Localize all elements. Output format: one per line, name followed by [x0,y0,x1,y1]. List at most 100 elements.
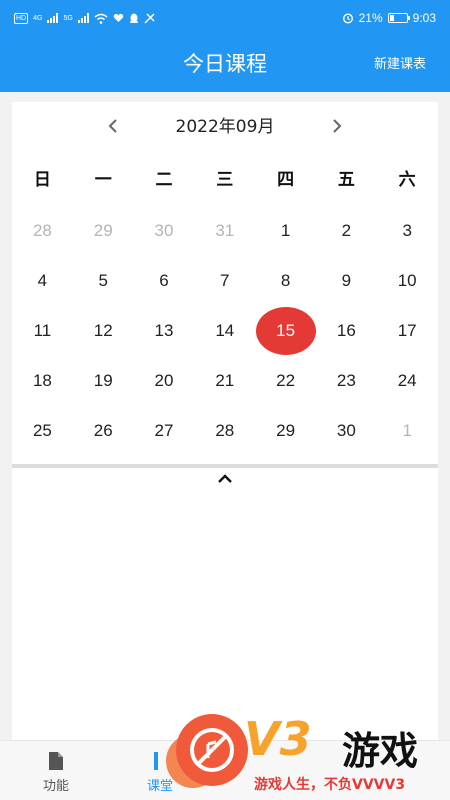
document-icon [49,752,63,770]
watermark-slogan: 游戏人生，不负VVVV3 [254,777,406,793]
calendar-day-number: 26 [93,421,113,440]
calendar-day-number: 31 [215,221,235,240]
new-schedule-button[interactable]: 新建课表 [374,36,426,92]
calendar-day[interactable]: 20 [134,356,195,406]
calendar-day-number: 18 [32,371,52,390]
weekday-sun: 日 [33,170,51,190]
calendar-day-number: 29 [93,221,113,240]
nav-item-functions[interactable]: 功能 [0,741,112,800]
calendar-day[interactable]: 4 [12,256,73,306]
next-month-button[interactable] [324,114,348,138]
network-type-1: 4G [33,14,43,22]
calendar-day[interactable]: 6 [134,256,195,306]
calendar-day[interactable]: 12 [73,306,134,356]
calendar-day-number: 24 [397,371,417,390]
calendar-day-number: 2 [341,221,352,240]
calendar-day[interactable]: 29 [73,206,134,256]
calendar-day[interactable]: 3 [377,206,438,256]
calendar-day-number: 28 [32,221,52,240]
calendar-day[interactable]: 29 [255,406,316,456]
calendar-day-number: 30 [154,221,174,240]
calendar-day-number: 11 [33,321,52,340]
calendar-day-number: 6 [159,271,169,290]
calendar-day[interactable]: 11 [12,306,73,356]
weekday-thu: 四 [277,170,295,190]
calendar-day-number: 20 [154,371,174,390]
calendar-week-row: 28 29 30 31 1 2 3 [12,206,438,256]
watermark-logo-icon [176,714,248,786]
calendar-day[interactable]: 17 [377,306,438,356]
calendar-day-number: 13 [154,321,174,340]
calendar-day-number: 1 [402,421,412,440]
weekday-mon: 一 [94,170,112,190]
calendar-day-number: 17 [397,321,417,340]
signal-icon-2 [77,13,89,23]
calendar-day[interactable]: 25 [12,406,73,456]
app-bar: 今日课程 新建课表 [0,36,450,92]
calendar-day-number: 16 [336,321,356,340]
calendar-day-number: 5 [98,271,108,290]
calendar-day[interactable]: 7 [194,256,255,306]
calendar-day-number: 30 [336,421,356,440]
calendar-day[interactable]: 1 [377,406,438,456]
calendar-day-number: 27 [154,421,174,440]
calendar-day[interactable]: 16 [316,306,377,356]
calendar-day[interactable]: 30 [134,206,195,256]
calendar-divider [12,464,438,468]
calendar-day[interactable]: 23 [316,356,377,406]
calendar-day[interactable]: 14 [194,306,255,356]
collapse-calendar-button[interactable] [210,470,240,490]
calendar-day[interactable]: 21 [194,356,255,406]
calendar-day[interactable]: 24 [377,356,438,406]
calendar-day-number: 15 [255,307,316,355]
calendar-week-row: 25 26 27 28 29 30 1 [12,406,438,456]
battery-percent: 21% [358,11,383,25]
calendar-day[interactable]: 19 [73,356,134,406]
calendar-week-row: 4 5 6 7 8 9 10 [12,256,438,306]
heart-icon [113,13,124,22]
calendar-day-number: 28 [215,421,235,440]
calendar-day-number: 29 [276,421,296,440]
status-bar: HD 4G 5G 21% 9:03 [0,0,450,36]
chevron-right-icon [333,119,342,133]
calendar-day[interactable]: 9 [316,256,377,306]
calendar-day[interactable]: 27 [134,406,195,456]
calendar-day-number: 19 [93,371,113,390]
battery-icon [387,13,410,23]
calendar-day-number: 1 [280,221,291,240]
calendar-day[interactable]: 10 [377,256,438,306]
calendar-day[interactable]: 28 [194,406,255,456]
calendar-day[interactable]: 2 [316,206,377,256]
calendar-day[interactable]: 18 [12,356,73,406]
calendar-day[interactable]: 5 [73,256,134,306]
calendar-day-number: 8 [280,271,291,290]
calendar-day[interactable]: 28 [12,206,73,256]
calendar-day[interactable]: 22 [255,356,316,406]
calendar-day[interactable]: 8 [255,256,316,306]
calendar-day-number: 21 [215,371,235,390]
calendar-day-selected[interactable]: 15 [255,306,316,356]
calendar-day[interactable]: 1 [255,206,316,256]
calendar-day-number: 7 [220,271,230,290]
calendar-week-row: 18 19 20 21 22 23 24 [12,356,438,406]
calendar-day[interactable]: 31 [194,206,255,256]
watermark-name: 游戏 [342,729,419,773]
clock-time: 9:03 [412,11,436,25]
month-title: 2022年09月 [175,117,275,137]
calendar-day-number: 22 [276,371,296,390]
qq-icon [129,13,138,23]
calendar-day[interactable]: 13 [134,306,195,356]
calendar-day-number: 9 [341,271,352,290]
calendar-header: 2022年09月 [12,102,438,150]
calendar-card: 2022年09月 日 一 二 三 四 五 六 28 29 30 31 1 2 3 4 5 6 7 8 9… [12,102,438,464]
watermark-brand: V3 [244,712,312,766]
watermark: V3 游戏 游戏人生，不负VVVV3 [166,712,450,800]
calendar-day[interactable]: 26 [73,406,134,456]
nav-label-functions: 功能 [42,779,69,794]
weekday-tue: 二 [155,170,173,190]
calendar-day-number: 25 [32,421,52,440]
network-type-2: 5G [63,14,73,22]
calendar-day-number: 4 [37,271,48,290]
course-list-area [12,468,438,740]
calendar-day[interactable]: 30 [316,406,377,456]
